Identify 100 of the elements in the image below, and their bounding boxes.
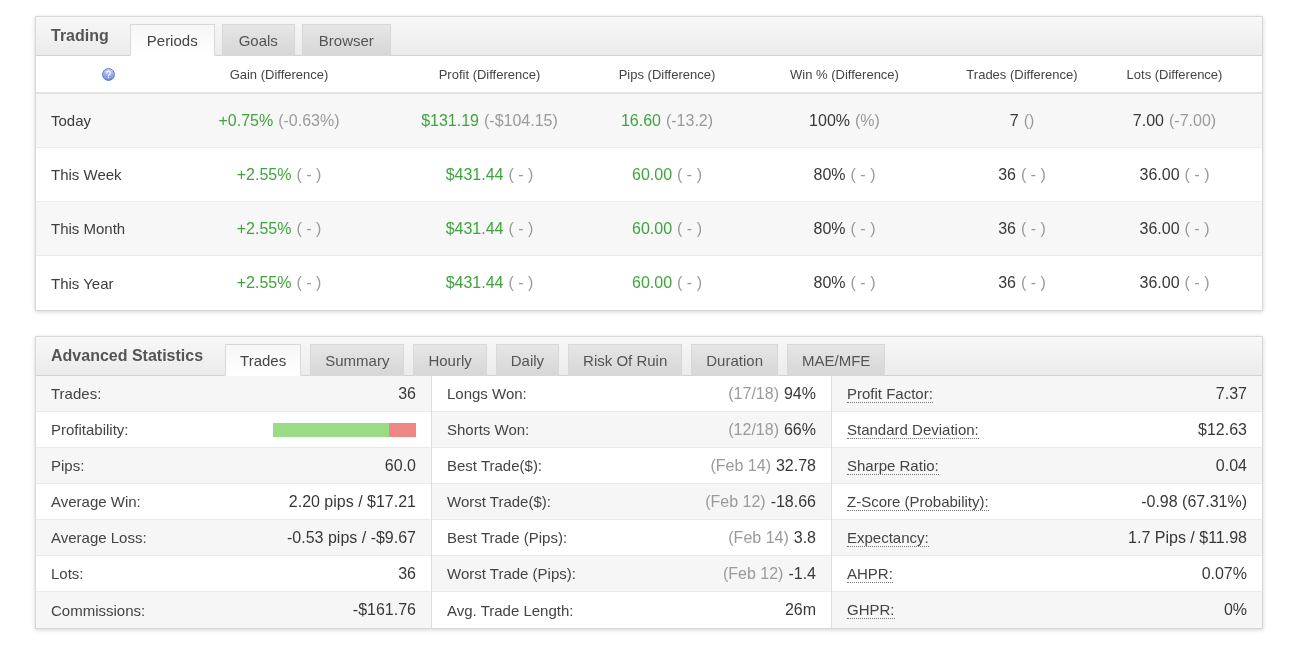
stat-value: -0.53 pips / -$9.67 — [287, 528, 416, 547]
tab[interactable]: Summary — [310, 344, 405, 376]
cell-value: +2.55% — [236, 165, 292, 184]
stat-value: 60.0 — [384, 456, 416, 475]
stat-value: 1.7 Pips / $11.98 — [1128, 528, 1247, 547]
stat-value: 66% — [783, 420, 816, 439]
column-header: Gain (Difference) — [229, 66, 329, 82]
cell-difference: ( - ) — [296, 165, 322, 184]
cell-difference: ( - ) — [508, 274, 534, 292]
tab[interactable]: Risk Of Ruin — [568, 344, 683, 376]
tab[interactable]: Periods — [129, 24, 215, 56]
cell-difference: ( - ) — [296, 274, 322, 292]
stat-label: Best Trade($): — [447, 457, 543, 474]
cell-difference: ( - ) — [508, 219, 534, 238]
cell-value: 36 — [998, 219, 1016, 238]
cell-difference: ( - ) — [850, 219, 876, 238]
stat-value: 3.8 — [793, 528, 816, 547]
cell-difference: (-13.2) — [665, 111, 714, 130]
cell-value: 36.00 — [1139, 219, 1180, 238]
stat-label[interactable]: Profit Factor: — [847, 384, 933, 403]
stat-note: (Feb 14) — [710, 456, 771, 475]
tab[interactable]: Daily — [495, 344, 560, 376]
stat-note: (12/18) — [728, 420, 779, 439]
cell-difference: ( - ) — [677, 165, 702, 184]
cell-value: 7 — [1009, 111, 1019, 130]
cell-value: 100% — [809, 111, 850, 130]
stat-label[interactable]: Z-Score (Probability): — [847, 492, 989, 511]
tab[interactable]: Duration — [691, 344, 778, 376]
stat-value: -0.98 (67.31%) — [1141, 492, 1247, 511]
stat-label: Shorts Won: — [447, 421, 530, 438]
cell-value: $431.44 — [445, 219, 504, 238]
stat-label: Lots: — [51, 565, 84, 582]
cell-value: 7.00 — [1132, 111, 1164, 130]
tab[interactable]: Goals — [221, 24, 295, 56]
stat-note: (Feb 12) — [705, 492, 766, 511]
cell-difference: ( - ) — [677, 274, 702, 292]
stat-label[interactable]: Expectancy: — [847, 528, 929, 547]
stat-value: 32.78 — [775, 456, 816, 475]
cell-difference: () — [1023, 111, 1035, 130]
stat-label: Pips: — [51, 457, 85, 474]
tab[interactable]: MAE/MFE — [787, 344, 886, 376]
stat-value: 7.37 — [1215, 384, 1247, 403]
stat-value: 2.20 pips / $17.21 — [288, 492, 416, 511]
stat-label: Avg. Trade Length: — [447, 601, 574, 619]
cell-value: 36 — [998, 165, 1016, 184]
stat-label: Average Loss: — [51, 529, 147, 546]
period-label: This Week — [50, 166, 122, 183]
cell-value: 16.60 — [620, 111, 661, 130]
column-header: Win % (Difference) — [790, 66, 899, 82]
cell-difference: ( - ) — [1020, 165, 1046, 184]
panel-title: Advanced Statistics — [51, 347, 204, 365]
stat-value: 26m — [784, 601, 816, 619]
stat-label: Profitability: — [51, 421, 129, 438]
stat-value: 0.04 — [1215, 456, 1247, 475]
tab[interactable]: Trades — [225, 344, 302, 376]
column-header: Profit (Difference) — [438, 66, 541, 82]
cell-difference: (%) — [855, 111, 880, 130]
cell-value: 60.00 — [632, 219, 673, 238]
stat-value: -18.66 — [770, 492, 816, 511]
panel-title: Trading — [51, 27, 109, 45]
stat-note: (Feb 12) — [722, 564, 784, 583]
stat-label[interactable]: GHPR: — [847, 601, 895, 619]
stat-label: Longs Won: — [447, 385, 527, 402]
column-header: Lots (Difference) — [1126, 66, 1223, 82]
cell-difference: (-$104.15) — [484, 111, 558, 130]
cell-difference: ( - ) — [850, 165, 876, 184]
cell-value: +0.75% — [218, 111, 274, 130]
cell-difference: ( - ) — [296, 219, 322, 238]
stat-label[interactable]: Sharpe Ratio: — [847, 456, 939, 475]
cell-value: 36.00 — [1139, 274, 1180, 292]
stat-label: Worst Trade($): — [447, 493, 551, 510]
cell-value: $431.44 — [445, 165, 504, 184]
help-icon[interactable] — [102, 67, 115, 81]
stat-value: -$161.76 — [352, 601, 416, 619]
cell-value: 60.00 — [632, 274, 673, 292]
cell-value: 80% — [813, 274, 846, 292]
stat-note: (Feb 14) — [728, 528, 789, 547]
tab[interactable]: Browser — [301, 24, 391, 56]
cell-difference: ( - ) — [850, 274, 876, 292]
stat-label[interactable]: AHPR: — [847, 564, 893, 583]
stat-note: (17/18) — [728, 384, 779, 403]
stat-value: 0.07% — [1201, 564, 1247, 583]
cell-value: $431.44 — [445, 274, 504, 292]
period-label: This Month — [50, 220, 126, 237]
cell-value: 36 — [998, 274, 1016, 292]
column-header: Trades (Difference) — [966, 66, 1078, 82]
stat-value: 94% — [783, 384, 816, 403]
stat-label: Trades: — [51, 385, 102, 402]
stat-label: Worst Trade (Pips): — [447, 565, 576, 582]
tab[interactable]: Hourly — [413, 344, 487, 376]
stat-label[interactable]: Standard Deviation: — [847, 420, 979, 439]
period-label: This Year — [50, 274, 114, 292]
stat-label: Best Trade (Pips): — [447, 529, 568, 546]
stat-value: 36 — [398, 384, 416, 403]
stat-value: -1.4 — [788, 564, 816, 583]
cell-value: 80% — [813, 165, 846, 184]
stat-value: $12.63 — [1198, 420, 1247, 439]
stat-label: Average Win: — [51, 493, 141, 510]
cell-difference: ( - ) — [1020, 219, 1046, 238]
cell-value: $131.19 — [421, 111, 479, 130]
